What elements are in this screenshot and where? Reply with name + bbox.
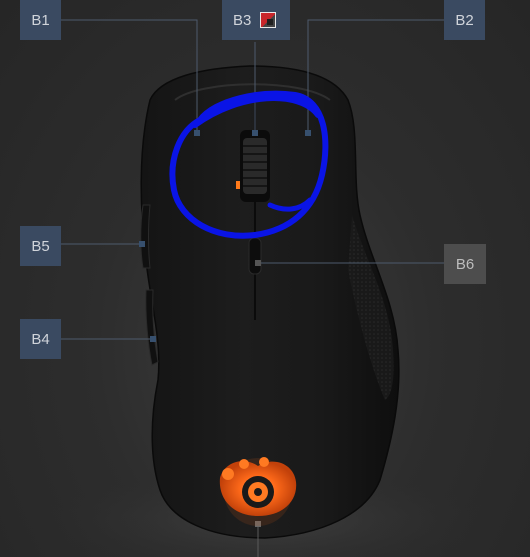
button-b3-label[interactable]: B3 [222,0,290,40]
button-b2-text: B2 [455,11,474,29]
button-b3-text: B3 [233,11,252,29]
button-b5-label[interactable]: B5 [20,226,61,266]
scroll-wheel [236,130,270,202]
button-b4-label[interactable]: B4 [20,319,61,359]
color-swatch-icon[interactable] [260,12,277,28]
button-b6-text: B6 [455,255,475,273]
button-b1-label[interactable]: B1 [20,0,61,40]
button-b5-text: B5 [31,237,50,255]
button-b1-text: B1 [31,11,50,29]
button-b6-label[interactable]: B6 [444,244,486,284]
mouse-button-config-view: B1 B3 B2 B5 B6 B4 [0,0,530,557]
button-b2-label[interactable]: B2 [444,0,485,40]
side-button-forward [140,204,151,269]
cpi-button [248,237,262,275]
button-b4-text: B4 [31,330,50,348]
